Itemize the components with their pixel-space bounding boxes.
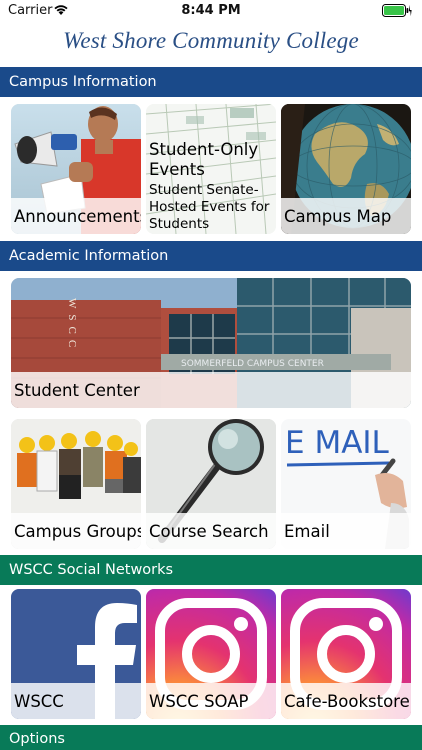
events-title: Student-Only Events xyxy=(149,140,259,179)
tile-course-search[interactable]: Course Search xyxy=(146,419,276,549)
tile-label: Student Center xyxy=(14,381,140,400)
tile-instagram-soap[interactable]: WSCC SOAP xyxy=(146,589,276,719)
email-art-text: E MAIL xyxy=(285,425,390,461)
tile-label: Email xyxy=(284,522,330,541)
section-title: WSCC Social Networks xyxy=(9,562,174,578)
tile-facebook[interactable]: WSCC xyxy=(11,589,141,719)
section-title: Options xyxy=(9,731,65,747)
section-academic-information: Academic Information xyxy=(0,241,422,271)
events-subtitle: Student Senate-Hosted Events for Student… xyxy=(149,182,270,232)
building-sign-text: SOMMERFELD CAMPUS CENTER xyxy=(181,359,324,369)
tile-campus-map[interactable]: Campus Map xyxy=(281,104,411,234)
section-options: Options xyxy=(0,725,422,750)
battery-charging-icon xyxy=(382,4,412,17)
section-title: Academic Information xyxy=(9,248,169,264)
events-text: Student-Only Events Student Senate-Hoste… xyxy=(149,140,276,233)
tile-campus-groups[interactable]: Campus Groups xyxy=(11,419,141,549)
wscc-sign-letters: WSCC xyxy=(66,298,78,353)
tile-label: Cafe-Bookstore xyxy=(284,692,410,711)
section-campus-information: Campus Information xyxy=(0,67,422,97)
tile-instagram-cafe-bookstore[interactable]: Cafe-Bookstore xyxy=(281,589,411,719)
tile-label: Campus Groups xyxy=(14,522,141,541)
tile-label: Campus Map xyxy=(284,207,392,226)
app-header: West Shore Community College xyxy=(0,22,422,66)
tile-email[interactable]: E MAIL Email xyxy=(281,419,411,549)
clock: 8:44 PM xyxy=(181,3,241,18)
section-title: Campus Information xyxy=(9,74,157,90)
tile-label: Course Search xyxy=(149,522,269,541)
app-title: West Shore Community College xyxy=(63,28,359,53)
tile-label: Announcements xyxy=(14,207,141,226)
tile-student-only-events[interactable]: Student-Only Events Student Senate-Hoste… xyxy=(146,104,276,234)
tile-announcements[interactable]: Announcements xyxy=(11,104,141,234)
tile-label: WSCC SOAP xyxy=(149,692,249,711)
tile-student-center[interactable]: SOMMERFELD CAMPUS CENTER WSCC Student Ce… xyxy=(11,278,411,408)
section-social-networks: WSCC Social Networks xyxy=(0,555,422,585)
tile-label: WSCC xyxy=(14,692,64,711)
status-bar: Carrier 8:44 PM xyxy=(0,0,422,22)
